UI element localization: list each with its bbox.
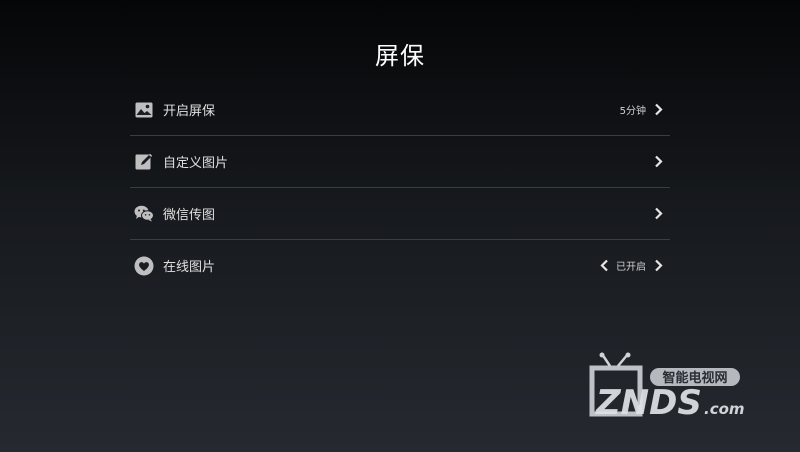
settings-menu: 开启屏保 5分钟 自定义图片 微信传图 在线图片 已开启 xyxy=(130,84,670,291)
menu-item-right: 已开启 xyxy=(598,240,664,291)
menu-item-label: 自定义图片 xyxy=(163,156,229,171)
page-title: 屏保 xyxy=(375,42,425,70)
edit-icon xyxy=(134,152,154,172)
landscape-image-icon xyxy=(134,100,154,120)
wechat-icon xyxy=(134,204,154,224)
menu-item-value: 5分钟 xyxy=(619,106,646,117)
heart-icon xyxy=(134,256,154,276)
menu-item-custom-images[interactable]: 自定义图片 xyxy=(130,136,670,188)
menu-item-label: 开启屏保 xyxy=(163,104,216,119)
chevron-right-icon[interactable] xyxy=(652,207,664,221)
menu-item-value: 已开启 xyxy=(616,262,646,273)
chevron-right-icon[interactable] xyxy=(652,155,664,169)
menu-item-online-images[interactable]: 在线图片 已开启 xyxy=(130,240,670,291)
watermark-brand: ZNDS xyxy=(595,383,702,422)
chevron-left-icon[interactable] xyxy=(598,259,610,273)
chevron-right-icon[interactable] xyxy=(652,259,664,273)
watermark-suffix: .com xyxy=(704,400,745,418)
menu-item-label: 微信传图 xyxy=(163,208,216,223)
menu-item-screensaver-start[interactable]: 开启屏保 5分钟 xyxy=(130,84,670,136)
menu-item-label: 在线图片 xyxy=(163,260,216,275)
menu-item-right xyxy=(652,188,664,239)
znds-watermark-logo: 智能电视网 ZNDS .com xyxy=(588,352,758,423)
chevron-right-icon[interactable] xyxy=(652,103,664,117)
menu-item-right xyxy=(652,136,664,187)
menu-item-wechat-transfer[interactable]: 微信传图 xyxy=(130,188,670,240)
menu-item-right: 5分钟 xyxy=(620,84,664,135)
